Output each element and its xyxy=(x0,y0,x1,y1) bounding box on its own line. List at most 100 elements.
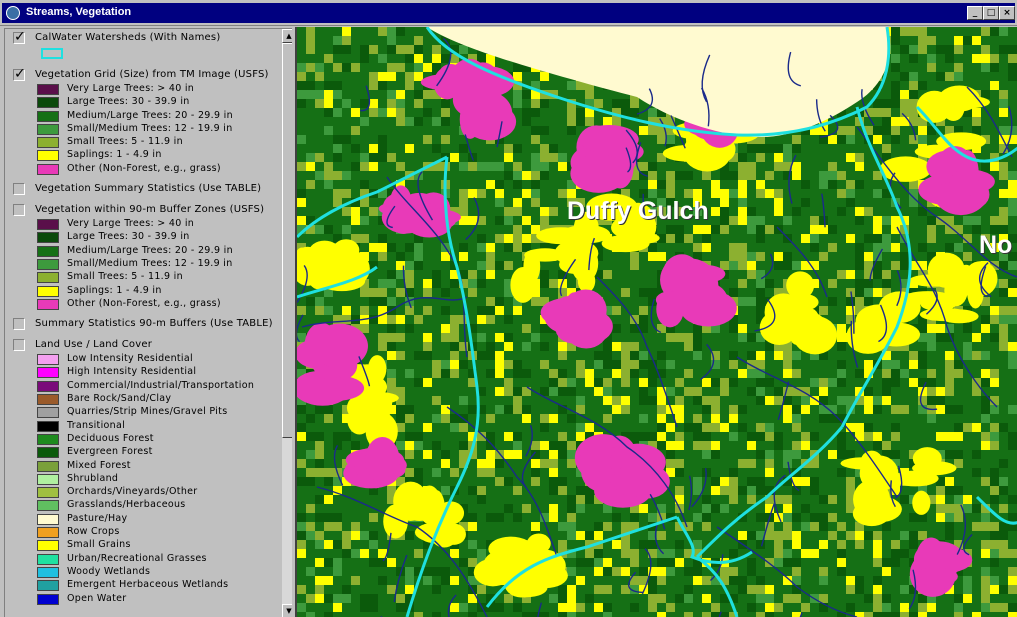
legend-entry-label: Saplings: 1 - 4.9 in xyxy=(67,149,162,161)
legend-swatch xyxy=(37,245,59,257)
legend-entry: Medium/Large Trees: 20 - 29.9 in xyxy=(5,245,281,258)
minimize-button[interactable]: _ xyxy=(967,6,983,20)
legend-entry: Small/Medium Trees: 12 - 19.9 in xyxy=(5,123,281,136)
layer-header[interactable]: CalWater Watersheds (With Names) xyxy=(5,29,281,46)
app-icon xyxy=(6,6,20,20)
scroll-up-icon[interactable]: ▲ xyxy=(282,29,292,43)
legend-entry-label: Saplings: 1 - 4.9 in xyxy=(67,284,162,296)
legend-swatch xyxy=(37,447,59,459)
legend-entry-label: Shrubland xyxy=(67,472,119,484)
legend-entry: Large Trees: 30 - 39.9 in xyxy=(5,96,281,109)
window-title: Streams, Vegetation xyxy=(26,6,132,18)
sapling-patch xyxy=(601,234,650,253)
layer-visibility-checkbox[interactable] xyxy=(13,339,25,352)
legend-entry: Medium/Large Trees: 20 - 29.9 in xyxy=(5,110,281,123)
sapling-patch xyxy=(488,536,534,562)
legend-entry: Saplings: 1 - 4.9 in xyxy=(5,149,281,162)
layer-name: Vegetation within 90-m Buffer Zones (USF… xyxy=(35,204,265,216)
legend-entry-label: Medium/Large Trees: 20 - 29.9 in xyxy=(67,109,233,121)
legend-swatch xyxy=(37,150,59,162)
title-bar-active[interactable]: Streams, Vegetation _ □ × xyxy=(2,3,1015,23)
sapling-patch xyxy=(912,447,942,470)
legend-entry: Orchards/Vineyards/Other xyxy=(5,486,281,499)
non-forest-patch xyxy=(570,318,610,335)
legend-swatch xyxy=(37,97,59,109)
map-label-partial: No xyxy=(979,231,1013,259)
legend-list: CalWater Watersheds (With Names) Vegetati… xyxy=(5,29,281,610)
legend-swatch xyxy=(37,137,59,149)
legend-entry-label: Other (Non-Forest, e.g., grass) xyxy=(67,162,221,174)
legend-layer: Vegetation Grid (Size) from TM Image (US… xyxy=(5,66,281,180)
close-button[interactable]: × xyxy=(999,6,1015,20)
legend-entry: Deciduous Forest xyxy=(5,433,281,446)
layer-name: Summary Statistics 90-m Buffers (Use TAB… xyxy=(35,318,273,330)
legend-swatch xyxy=(37,527,59,539)
layer-header[interactable]: Summary Statistics 90-m Buffers (Use TAB… xyxy=(5,315,281,332)
map-label-duffy-gulch: Duffy Gulch xyxy=(567,197,709,225)
sapling-patch xyxy=(308,240,341,265)
legend-swatch xyxy=(37,298,59,310)
legend-entry-label: Medium/Large Trees: 20 - 29.9 in xyxy=(67,244,233,256)
legend-swatch xyxy=(37,433,59,445)
legend-entry: Pasture/Hay xyxy=(5,513,281,526)
legend-entry: Transitional xyxy=(5,420,281,433)
legend-swatch xyxy=(37,473,59,485)
legend-entry-label: Grasslands/Herbaceous xyxy=(67,499,186,511)
maximize-button[interactable]: □ xyxy=(983,6,999,20)
legend-entry-label: Mixed Forest xyxy=(67,459,131,471)
sapling-patch xyxy=(879,156,932,182)
legend-entry: Other (Non-Forest, e.g., grass) xyxy=(5,163,281,176)
sapling-patch xyxy=(963,261,998,297)
legend-entry-label: Low Intensity Residential xyxy=(67,353,193,365)
legend-scrollbar[interactable]: ▲ ▼ xyxy=(282,29,292,617)
map-canvas[interactable] xyxy=(297,27,1017,617)
layer-header[interactable]: Vegetation within 90-m Buffer Zones (USF… xyxy=(5,201,281,218)
legend-entry: Low Intensity Residential xyxy=(5,353,281,366)
legend-entry-label: Pasture/Hay xyxy=(67,512,128,524)
legend-entry-label: Small Trees: 5 - 11.9 in xyxy=(67,271,183,283)
legend-swatch xyxy=(37,580,59,592)
legend-entry: Woody Wetlands xyxy=(5,566,281,579)
legend-swatch xyxy=(37,460,59,472)
legend-entry: Row Crops xyxy=(5,526,281,539)
sapling-patch xyxy=(429,518,459,548)
non-forest-patch xyxy=(311,323,368,369)
sapling-patch xyxy=(938,85,980,112)
legend-swatch xyxy=(37,593,59,605)
legend-entry-label: Emergent Herbaceous Wetlands xyxy=(67,579,229,591)
legend-swatch xyxy=(37,232,59,244)
layer-visibility-checkbox[interactable] xyxy=(13,183,25,196)
legend-swatch xyxy=(37,380,59,392)
legend-entry: Quarries/Strip Mines/Gravel Pits xyxy=(5,406,281,419)
layer-visibility-checkbox[interactable] xyxy=(13,204,25,217)
legend-swatch xyxy=(37,354,59,366)
legend-entry: Small Trees: 5 - 11.9 in xyxy=(5,136,281,149)
layer-header[interactable]: Land Use / Land Cover xyxy=(5,336,281,353)
sapling-patch xyxy=(510,266,536,303)
layer-name: Vegetation Summary Statistics (Use TABLE… xyxy=(35,183,262,195)
scroll-down-icon[interactable]: ▼ xyxy=(282,604,292,617)
scroll-thumb[interactable] xyxy=(282,43,292,438)
map-view[interactable]: Duffy Gulch No xyxy=(295,27,1017,617)
legend-swatch xyxy=(37,553,59,565)
legend-swatch xyxy=(37,272,59,284)
legend-entry: Grasslands/Herbaceous xyxy=(5,499,281,512)
legend-entry: Small/Medium Trees: 12 - 19.9 in xyxy=(5,258,281,271)
legend-entry: Bare Rock/Sand/Clay xyxy=(5,393,281,406)
legend-swatch xyxy=(37,367,59,379)
legend-entry-label: Transitional xyxy=(67,419,126,431)
layer-visibility-checkbox[interactable] xyxy=(13,318,25,331)
legend-entry-label: Small Trees: 5 - 11.9 in xyxy=(67,136,183,148)
legend-entry-label: Small/Medium Trees: 12 - 19.9 in xyxy=(67,122,233,134)
legend-layer: Summary Statistics 90-m Buffers (Use TAB… xyxy=(5,315,281,336)
layer-header[interactable]: Vegetation Summary Statistics (Use TABLE… xyxy=(5,180,281,197)
legend-layer: Vegetation Summary Statistics (Use TABLE… xyxy=(5,180,281,201)
legend-entry-label: Bare Rock/Sand/Clay xyxy=(67,393,172,405)
title-bar: Streams, Vegetation _ □ × xyxy=(0,0,1017,26)
layer-header[interactable]: Vegetation Grid (Size) from TM Image (US… xyxy=(5,66,281,83)
sapling-patch xyxy=(927,252,965,288)
sapling-patch xyxy=(662,145,714,162)
layer-visibility-checkbox[interactable] xyxy=(13,29,26,45)
sapling-patch xyxy=(417,485,442,525)
layer-visibility-checkbox[interactable] xyxy=(13,66,26,82)
